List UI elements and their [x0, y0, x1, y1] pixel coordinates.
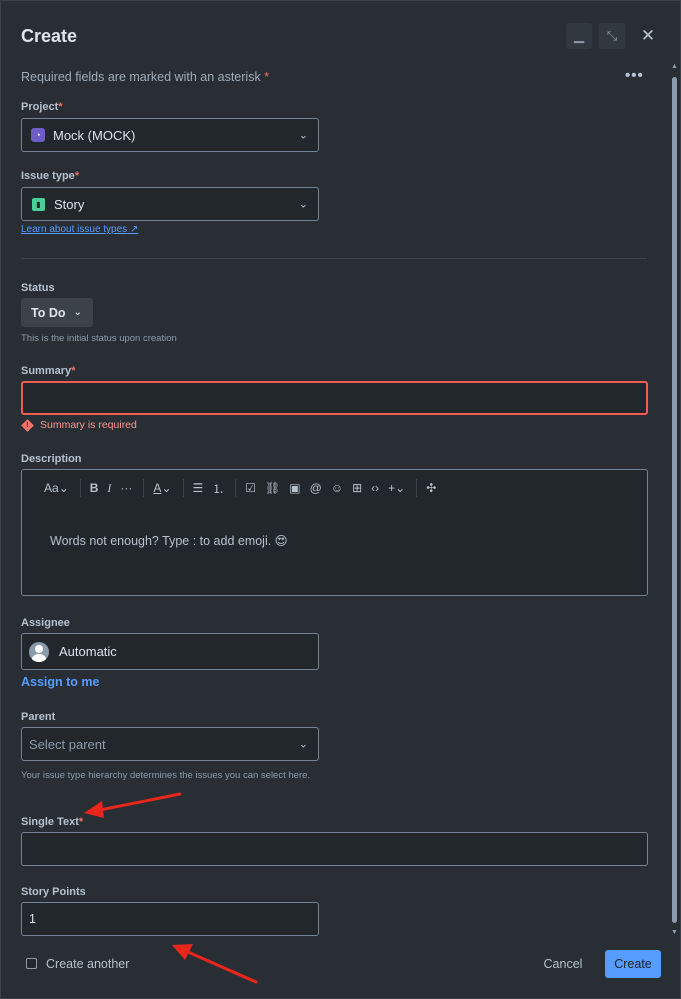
checkbox-icon[interactable]: ☑: [245, 481, 256, 495]
ai-sparkle-icon[interactable]: ✣: [426, 481, 436, 495]
story-points-label: Story Points: [21, 886, 86, 898]
bold-button[interactable]: B: [90, 481, 99, 495]
scroll-down-icon[interactable]: ▼: [671, 929, 678, 936]
chevron-down-icon: ⌄: [298, 738, 308, 751]
status-value: To Do: [31, 305, 66, 320]
cancel-button[interactable]: Cancel: [535, 950, 591, 978]
scrollbar[interactable]: ▲ ▼: [671, 63, 679, 939]
collapse-button[interactable]: ⤡: [599, 23, 625, 49]
chevron-down-icon: ⌄: [298, 198, 308, 211]
numbered-list-icon[interactable]: ⒈: [212, 480, 224, 497]
project-avatar-icon: ◔: [31, 128, 45, 142]
single-text-input[interactable]: [21, 832, 648, 866]
toolbar-separator: [235, 479, 237, 497]
create-button[interactable]: Create: [605, 950, 661, 978]
description-editor[interactable]: Aa ⌄ B I ··· A ⌄ ☰ ⒈ ☑ ⛓ ▣ @ ☺ ⊞ ‹› +⌄ ✣ W…: [21, 469, 648, 596]
toolbar-separator: [416, 479, 418, 497]
learn-issue-types-link[interactable]: Learn about issue types ↗: [21, 224, 138, 235]
external-link-icon: ↗: [129, 224, 139, 235]
create-another-checkbox[interactable]: [26, 958, 37, 969]
mention-icon[interactable]: @: [310, 481, 322, 495]
summary-error-text: Summary is required: [40, 419, 137, 431]
project-select[interactable]: ◔ Mock (MOCK) ⌄: [21, 118, 319, 152]
toolbar-separator: [143, 479, 145, 497]
single-text-label: Single Text*: [21, 816, 84, 828]
close-icon: ✕: [640, 26, 656, 45]
story-icon: ▮: [32, 197, 45, 211]
issue-type-label: Issue type*: [21, 170, 80, 182]
minimize-button[interactable]: ▁: [566, 23, 592, 49]
parent-label: Parent: [21, 711, 56, 723]
summary-error: ! Summary is required: [21, 418, 137, 432]
create-issue-modal: Create ▁ ⤡ ✕ Required fields are marked …: [0, 0, 681, 999]
scroll-up-icon[interactable]: ▲: [671, 63, 678, 70]
more-horizontal-icon: •••: [625, 67, 644, 84]
toolbar-separator: [182, 479, 184, 497]
chevron-down-icon: ⌄: [298, 129, 308, 142]
assignee-value: Automatic: [59, 644, 117, 659]
status-help-text: This is the initial status upon creation: [21, 333, 177, 344]
assign-to-me-link[interactable]: Assign to me: [21, 675, 100, 689]
issue-type-value: Story: [54, 196, 85, 212]
status-dropdown[interactable]: To Do ⌄: [21, 298, 93, 327]
issue-type-select[interactable]: ▮ Story ⌄: [21, 187, 319, 221]
description-placeholder: Words not enough? Type : to add emoji. 😍: [50, 534, 288, 548]
avatar: [29, 641, 49, 662]
minimize-icon: ▁: [574, 28, 584, 43]
insert-more-icon[interactable]: +⌄: [388, 481, 405, 495]
chevron-down-icon: ⌄: [73, 307, 82, 318]
code-icon[interactable]: ‹›: [371, 481, 379, 495]
summary-label: Summary*: [21, 365, 76, 377]
summary-input[interactable]: [21, 381, 648, 415]
link-icon[interactable]: ⛓: [265, 481, 280, 495]
required-fields-note: Required fields are marked with an aster…: [21, 70, 269, 84]
italic-button[interactable]: I: [107, 481, 111, 496]
assignee-label: Assignee: [21, 617, 70, 629]
status-label: Status: [21, 282, 55, 294]
parent-select[interactable]: Select parent ⌄: [21, 727, 319, 761]
bullet-list-icon[interactable]: ☰: [193, 481, 204, 495]
image-icon[interactable]: ▣: [289, 481, 300, 495]
story-points-input[interactable]: 1: [21, 902, 319, 936]
more-options-button[interactable]: •••: [625, 67, 644, 84]
text-style-button[interactable]: Aa ⌄: [44, 481, 69, 495]
project-value: Mock (MOCK): [53, 127, 136, 143]
create-another-label[interactable]: Create another: [46, 957, 129, 971]
error-icon: !: [21, 418, 34, 432]
project-label: Project*: [21, 101, 63, 113]
editor-toolbar: Aa ⌄ B I ··· A ⌄ ☰ ⒈ ☑ ⛓ ▣ @ ☺ ⊞ ‹› +⌄ ✣: [22, 470, 647, 506]
scrollbar-thumb[interactable]: [672, 77, 677, 923]
table-icon[interactable]: ⊞: [352, 481, 362, 495]
assignee-select[interactable]: Automatic: [21, 633, 319, 670]
modal-title: Create: [21, 26, 78, 46]
text-color-button[interactable]: A ⌄: [153, 481, 171, 495]
parent-help-text: Your issue type hierarchy determines the…: [21, 770, 311, 781]
required-note-text: Required fields are marked with an aster…: [21, 70, 261, 84]
toolbar-separator: [79, 479, 81, 497]
collapse-icon: ⤡: [606, 28, 618, 43]
more-formatting-button[interactable]: ···: [120, 481, 132, 495]
required-asterisk: *: [264, 70, 270, 84]
description-label: Description: [21, 453, 82, 465]
emoji-icon[interactable]: ☺: [331, 481, 343, 495]
parent-placeholder: Select parent: [29, 736, 106, 752]
close-button[interactable]: ✕: [635, 23, 661, 49]
divider: [21, 258, 647, 259]
